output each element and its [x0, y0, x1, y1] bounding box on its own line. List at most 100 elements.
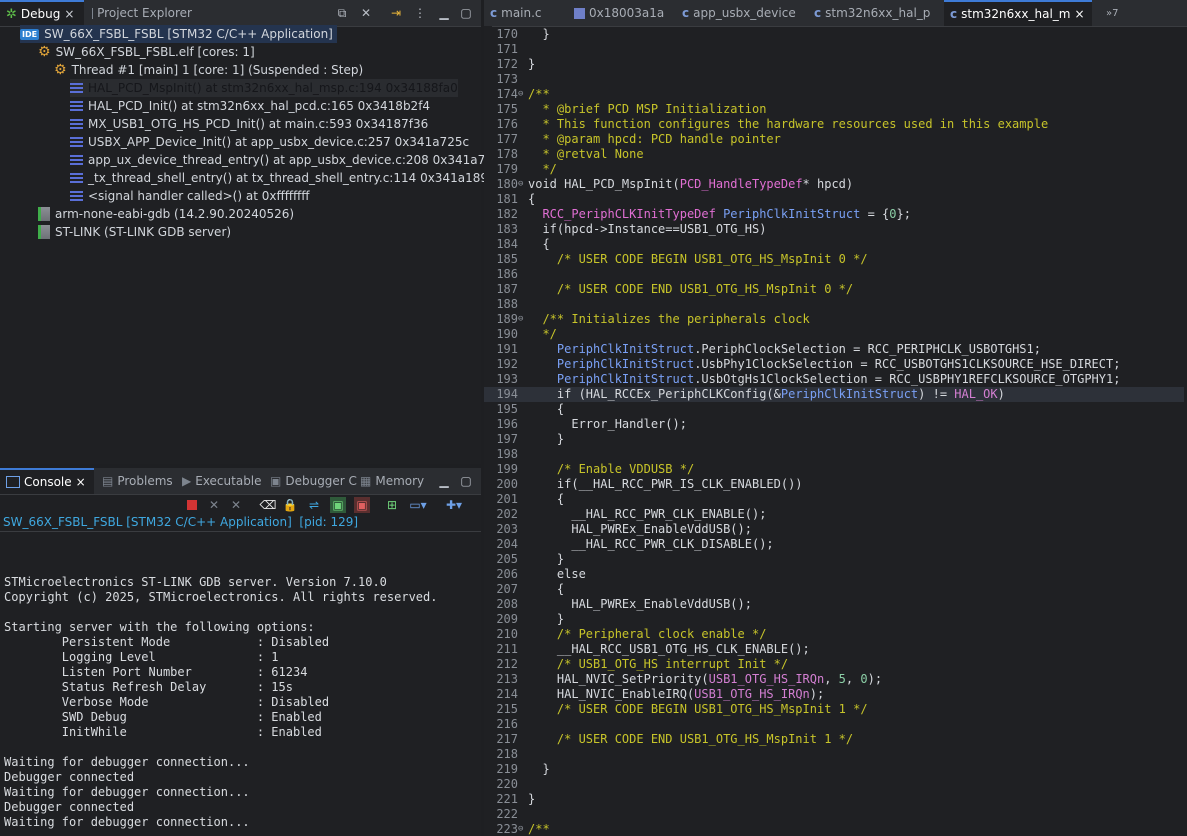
word-wrap-icon[interactable]: ⇌: [306, 497, 322, 513]
code-line[interactable]: 213 HAL_NVIC_SetPriority(USB1_OTG_HS_IRQ…: [484, 672, 1184, 687]
code-line[interactable]: 206 else: [484, 567, 1184, 582]
code-line[interactable]: 222: [484, 807, 1184, 822]
tab-hal-pcd[interactable]: c stm32n6xx_hal_p: [808, 0, 944, 26]
step-filter-icon[interactable]: ⇥: [388, 5, 404, 21]
code-line[interactable]: 220: [484, 777, 1184, 792]
tab-debug[interactable]: ✲ Debug ×: [0, 0, 84, 26]
code-line[interactable]: 187 /* USER CODE END USB1_OTG_HS_MspInit…: [484, 282, 1184, 297]
fold-toggle-icon[interactable]: ⊖: [518, 87, 523, 102]
stack-frame[interactable]: USBX_APP_Device_Init() at app_usbx_devic…: [70, 133, 469, 151]
code-line[interactable]: 173: [484, 72, 1184, 87]
terminate-icon[interactable]: [184, 497, 200, 513]
tab-memory[interactable]: ▦ Memory: [354, 468, 430, 494]
stack-frame[interactable]: <signal handler called>() at 0xffffffff: [70, 187, 310, 205]
code-line[interactable]: 190 */: [484, 327, 1184, 342]
code-line[interactable]: 215 /* USER CODE BEGIN USB1_OTG_HS_MspIn…: [484, 702, 1184, 717]
minimize-icon[interactable]: ▁: [436, 5, 452, 21]
code-line[interactable]: 186: [484, 267, 1184, 282]
code-line[interactable]: 184 {: [484, 237, 1184, 252]
code-line[interactable]: 223 ⊖ /**: [484, 822, 1184, 836]
tab-executable[interactable]: ▶ Executable: [176, 468, 262, 494]
code-line[interactable]: 180 ⊖ void HAL_PCD_MspInit(PCD_HandleTypeD…: [484, 177, 1184, 192]
code-line[interactable]: 202 __HAL_RCC_PWR_CLK_ENABLE();: [484, 507, 1184, 522]
pin-console-icon[interactable]: ⊞: [384, 497, 400, 513]
view-menu-icon[interactable]: ⋮: [412, 5, 428, 21]
code-line[interactable]: 183 if(hpcd->Instance==USB1_OTG_HS): [484, 222, 1184, 237]
show-on-stdout-icon[interactable]: ▣: [330, 497, 346, 513]
stack-frame-selected[interactable]: HAL_PCD_MspInit() at stm32n6xx_hal_msp.c…: [70, 79, 458, 97]
tree-item-gdb[interactable]: arm-none-eabi-gdb (14.2.90.20240526): [38, 205, 294, 223]
tab-console[interactable]: Console ×: [0, 468, 94, 494]
code-line[interactable]: 179 */: [484, 162, 1184, 177]
tab-problems[interactable]: ▤ Problems: [96, 468, 174, 494]
code-line[interactable]: 218: [484, 747, 1184, 762]
code-line[interactable]: 185 /* USER CODE BEGIN USB1_OTG_HS_MspIn…: [484, 252, 1184, 267]
code-line[interactable]: 174 ⊖ /**: [484, 87, 1184, 102]
maximize-icon[interactable]: ▢: [458, 473, 474, 489]
code-line[interactable]: 211 __HAL_RCC_USB1_OTG_HS_CLK_ENABLE();: [484, 642, 1184, 657]
tab-hal-msp[interactable]: c stm32n6xx_hal_m ×: [944, 0, 1092, 26]
code-line[interactable]: 210 /* Peripheral clock enable */: [484, 627, 1184, 642]
stack-frame[interactable]: _tx_thread_shell_entry() at tx_thread_sh…: [70, 169, 495, 187]
code-line[interactable]: 205 }: [484, 552, 1184, 567]
code-line[interactable]: 188: [484, 297, 1184, 312]
code-line[interactable]: 176 * This function configures the hardw…: [484, 117, 1184, 132]
tab-project-explorer[interactable]: Project Explorer: [86, 0, 198, 26]
code-editor[interactable]: 170 } 171 172} 173 174 ⊖/** 175 * @brief PCD M…: [484, 26, 1187, 836]
code-line[interactable]: 208 HAL_PWREx_EnableVddUSB();: [484, 597, 1184, 612]
code-line[interactable]: 191 PeriphClkInitStruct.PeriphClockSelec…: [484, 342, 1184, 357]
stack-frame[interactable]: app_ux_device_thread_entry() at app_usbx…: [70, 151, 507, 169]
code-line[interactable]: 198: [484, 447, 1184, 462]
code-line[interactable]: 221}: [484, 792, 1184, 807]
code-line[interactable]: 170 }: [484, 27, 1184, 42]
tab-debugger-console[interactable]: ▣ Debugger C: [264, 468, 357, 494]
code-line[interactable]: 203 HAL_PWREx_EnableVddUSB();: [484, 522, 1184, 537]
code-line[interactable]: 207 {: [484, 582, 1184, 597]
code-line-current[interactable]: 194 if (HAL_RCCEx_PeriphCLKConfig(&Perip…: [484, 387, 1184, 402]
remove-launch-icon[interactable]: ✕: [206, 497, 222, 513]
code-line[interactable]: 171: [484, 42, 1184, 57]
code-line[interactable]: 193 PeriphClkInitStruct.UsbOtgHs1ClockSe…: [484, 372, 1184, 387]
fold-toggle-icon[interactable]: ⊖: [518, 822, 523, 836]
collapse-all-icon[interactable]: ⧉: [334, 5, 350, 21]
fold-toggle-icon[interactable]: ⊖: [518, 312, 523, 327]
code-line[interactable]: 175 * @brief PCD MSP Initialization: [484, 102, 1184, 117]
code-line[interactable]: 178 * @retval None: [484, 147, 1184, 162]
code-line[interactable]: 197 }: [484, 432, 1184, 447]
code-line[interactable]: 201 {: [484, 492, 1184, 507]
code-line[interactable]: 216: [484, 717, 1184, 732]
maximize-icon[interactable]: ▢: [458, 5, 474, 21]
tree-item-launch[interactable]: IDE SW_66X_FSBL_FSBL [STM32 C/C++ Applic…: [20, 25, 337, 43]
code-line[interactable]: 195 {: [484, 402, 1184, 417]
tab-main-c[interactable]: c main.c: [484, 0, 568, 26]
stack-frame[interactable]: MX_USB1_OTG_HS_PCD_Init() at main.c:593 …: [70, 115, 428, 133]
code-line[interactable]: 192 PeriphClkInitStruct.UsbPhy1ClockSele…: [484, 357, 1184, 372]
code-line[interactable]: 182 RCC_PeriphCLKInitTypeDef PeriphClkIn…: [484, 207, 1184, 222]
clear-console-icon[interactable]: ⌫: [260, 497, 277, 513]
stack-frame[interactable]: HAL_PCD_Init() at stm32n6xx_hal_pcd.c:16…: [70, 97, 430, 115]
code-line[interactable]: 177 * @param hpcd: PCD handle pointer: [484, 132, 1184, 147]
code-line[interactable]: 200 if(__HAL_RCC_PWR_IS_CLK_ENABLED()): [484, 477, 1184, 492]
tree-item-elf[interactable]: ⚙ SW_66X_FSBL_FSBL.elf [cores: 1]: [38, 43, 255, 61]
code-line[interactable]: 196 Error_Handler();: [484, 417, 1184, 432]
scroll-lock-icon[interactable]: 🔒: [282, 497, 298, 513]
tab-app-usbx-device[interactable]: c app_usbx_device: [676, 0, 808, 26]
fold-toggle-icon[interactable]: ⊖: [518, 177, 523, 192]
open-console-icon[interactable]: ✚▾: [446, 497, 462, 513]
close-icon[interactable]: ×: [76, 475, 86, 489]
tree-item-stlink[interactable]: ST-LINK (ST-LINK GDB server): [38, 223, 231, 241]
code-line[interactable]: 199 /* Enable VDDUSB */: [484, 462, 1184, 477]
display-console-icon[interactable]: ▭▾: [409, 497, 426, 513]
remove-all-terminated-icon[interactable]: ✕: [228, 497, 244, 513]
tree-item-thread[interactable]: ⚙ Thread #1 [main] 1 [core: 1] (Suspende…: [54, 61, 363, 79]
code-line[interactable]: 212 /* USB1_OTG_HS interrupt Init */: [484, 657, 1184, 672]
tab-disassembly[interactable]: 0x18003a1a: [568, 0, 676, 26]
code-line[interactable]: 204 __HAL_RCC_PWR_CLK_DISABLE();: [484, 537, 1184, 552]
remove-terminated-icon[interactable]: ✕: [358, 5, 374, 21]
close-icon[interactable]: ×: [64, 7, 74, 21]
code-line[interactable]: 189 ⊖ /** Initializes the peripherals clo…: [484, 312, 1184, 327]
show-on-stderr-icon[interactable]: ▣: [354, 497, 370, 513]
code-line[interactable]: 219 }: [484, 762, 1184, 777]
code-line[interactable]: 181 {: [484, 192, 1184, 207]
code-line[interactable]: 172}: [484, 57, 1184, 72]
